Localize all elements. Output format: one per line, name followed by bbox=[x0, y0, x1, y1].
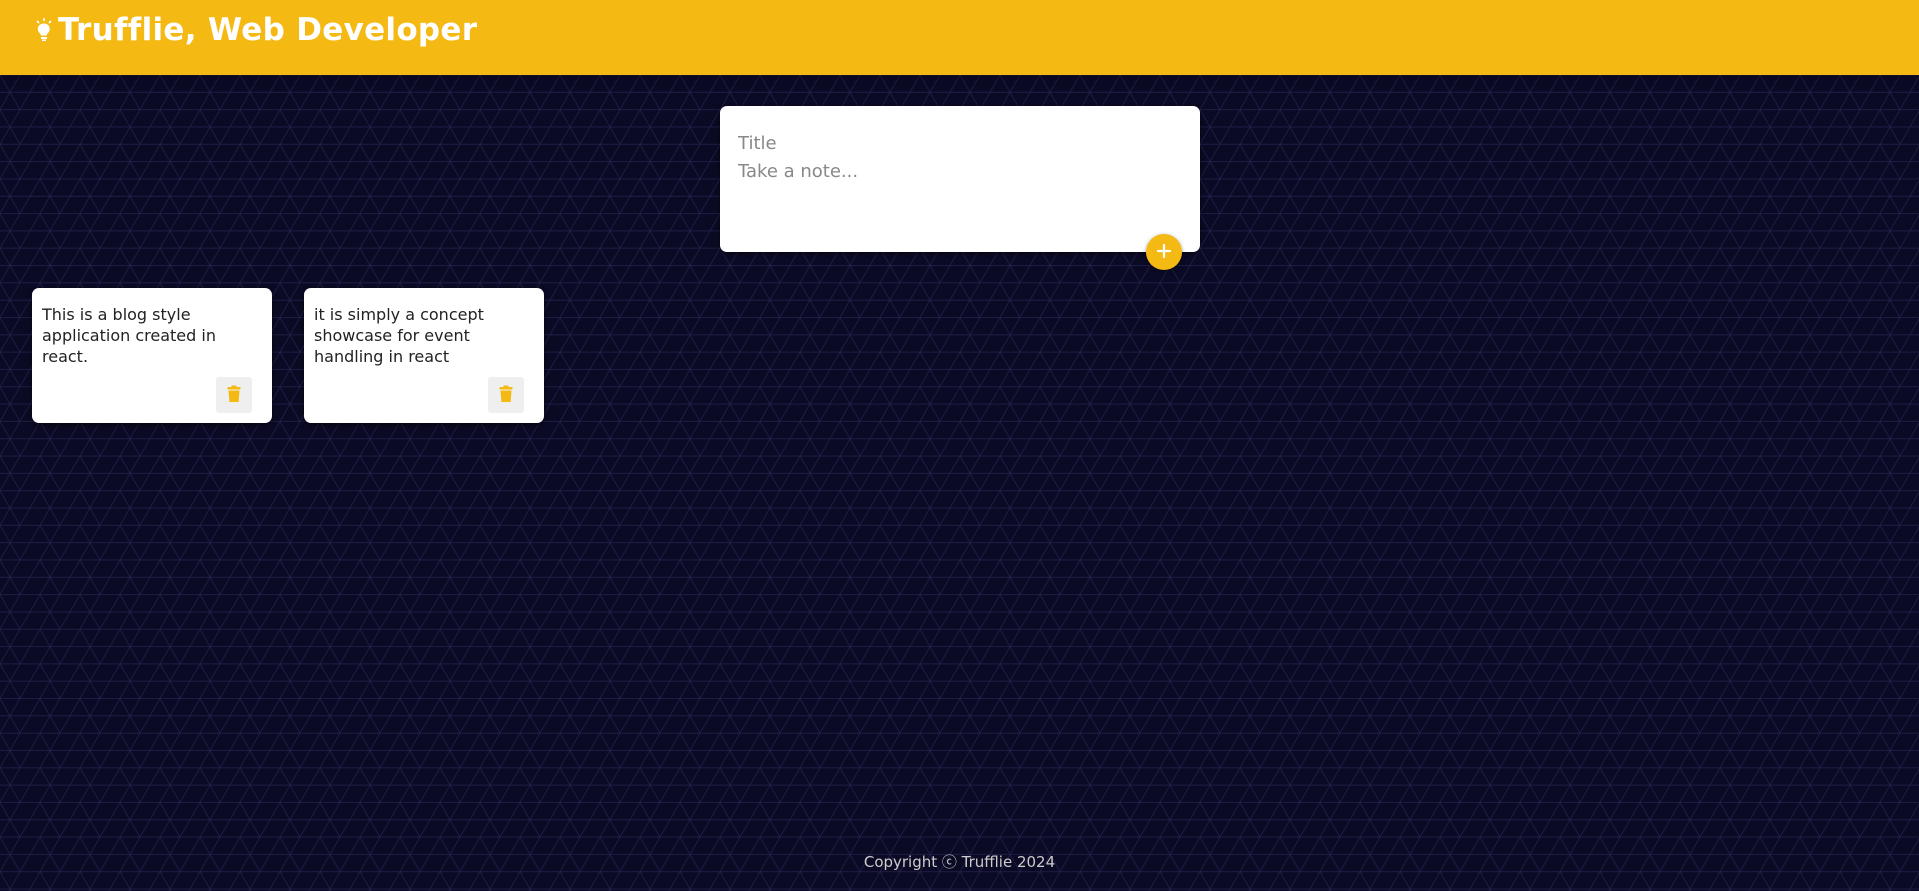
note-content: it is simply a concept showcase for even… bbox=[314, 305, 484, 366]
note-card: This is a blog style application created… bbox=[32, 288, 272, 423]
delete-note-button[interactable] bbox=[488, 377, 524, 413]
lightbulb-icon bbox=[34, 18, 54, 42]
delete-note-button[interactable] bbox=[216, 377, 252, 413]
note-content: This is a blog style application created… bbox=[42, 305, 216, 366]
app-title: Trufflie, Web Developer bbox=[58, 12, 478, 48]
note-content-input[interactable] bbox=[738, 160, 1178, 230]
add-note-button[interactable] bbox=[1146, 234, 1182, 270]
trash-icon bbox=[226, 385, 242, 406]
note-card: it is simply a concept showcase for even… bbox=[304, 288, 544, 423]
trash-icon bbox=[498, 385, 514, 406]
app-footer: Copyright ⓒ Trufflie 2024 bbox=[0, 851, 1919, 872]
brand: Trufflie, Web Developer bbox=[34, 12, 477, 48]
app-header: Trufflie, Web Developer bbox=[0, 0, 1919, 75]
copyright-text: Copyright ⓒ Trufflie 2024 bbox=[863, 853, 1056, 871]
title-input[interactable] bbox=[738, 128, 1178, 158]
create-note-form bbox=[720, 106, 1200, 252]
plus-icon bbox=[1156, 243, 1172, 262]
